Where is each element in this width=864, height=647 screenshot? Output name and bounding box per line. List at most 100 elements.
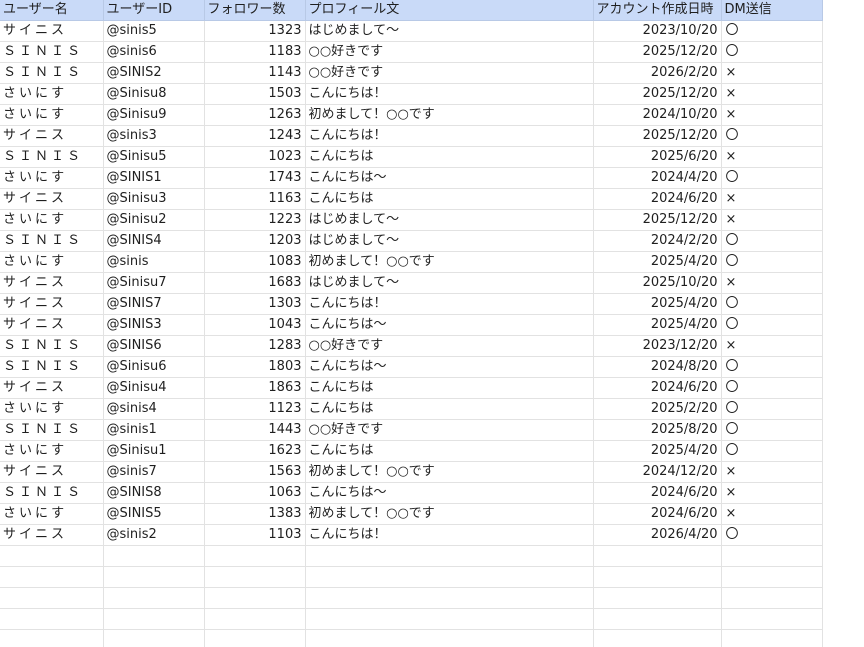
header-cell-followers[interactable]: フォロワー数 <box>204 0 306 21</box>
cell-userid[interactable]: @SINIS1 <box>103 167 205 189</box>
empty-cell[interactable] <box>103 545 205 567</box>
cell-dm[interactable]: 〇 <box>721 125 823 147</box>
empty-cell[interactable] <box>204 608 306 630</box>
cell-profile[interactable]: こんにちは〜 <box>305 356 594 378</box>
cell-profile[interactable]: こんにちは <box>305 188 594 210</box>
cell-userid[interactable]: @Sinisu9 <box>103 104 205 126</box>
cell-followers[interactable]: 1323 <box>204 20 306 42</box>
cell-created[interactable]: 2025/12/20 <box>593 41 722 63</box>
cell-userid[interactable]: @Sinisu6 <box>103 356 205 378</box>
empty-cell[interactable] <box>305 629 594 647</box>
cell-created[interactable]: 2026/2/20 <box>593 62 722 84</box>
empty-cell[interactable] <box>593 545 722 567</box>
cell-profile[interactable]: こんにちは〜 <box>305 314 594 336</box>
cell-dm[interactable]: × <box>721 209 823 231</box>
cell-followers[interactable]: 1203 <box>204 230 306 252</box>
cell-username[interactable]: サイニス <box>0 20 104 42</box>
cell-username[interactable]: さいにす <box>0 251 104 273</box>
cell-followers[interactable]: 1743 <box>204 167 306 189</box>
cell-userid[interactable]: @SINIS5 <box>103 503 205 525</box>
cell-dm[interactable]: × <box>721 83 823 105</box>
empty-cell[interactable] <box>0 566 104 588</box>
empty-cell[interactable] <box>0 587 104 609</box>
cell-followers[interactable]: 1263 <box>204 104 306 126</box>
cell-profile[interactable]: はじめまして〜 <box>305 209 594 231</box>
cell-username[interactable]: サイニス <box>0 377 104 399</box>
cell-profile[interactable]: こんにちは〜 <box>305 482 594 504</box>
empty-cell[interactable] <box>721 566 823 588</box>
cell-username[interactable]: さいにす <box>0 440 104 462</box>
empty-cell[interactable] <box>593 566 722 588</box>
cell-userid[interactable]: @sinis6 <box>103 41 205 63</box>
empty-cell[interactable] <box>305 587 594 609</box>
cell-followers[interactable]: 1623 <box>204 440 306 462</box>
empty-cell[interactable] <box>204 587 306 609</box>
cell-username[interactable]: さいにす <box>0 167 104 189</box>
cell-profile[interactable]: ○○好きです <box>305 41 594 63</box>
cell-userid[interactable]: @Sinisu8 <box>103 83 205 105</box>
cell-dm[interactable]: × <box>721 62 823 84</box>
cell-created[interactable]: 2025/2/20 <box>593 398 722 420</box>
cell-profile[interactable]: はじめまして〜 <box>305 230 594 252</box>
cell-userid[interactable]: @Sinisu3 <box>103 188 205 210</box>
cell-followers[interactable]: 1803 <box>204 356 306 378</box>
cell-followers[interactable]: 1383 <box>204 503 306 525</box>
empty-cell[interactable] <box>305 566 594 588</box>
cell-created[interactable]: 2025/6/20 <box>593 146 722 168</box>
cell-userid[interactable]: @sinis1 <box>103 419 205 441</box>
cell-dm[interactable]: × <box>721 335 823 357</box>
cell-followers[interactable]: 1043 <box>204 314 306 336</box>
cell-profile[interactable]: はじめまして〜 <box>305 272 594 294</box>
cell-followers[interactable]: 1503 <box>204 83 306 105</box>
cell-userid[interactable]: @Sinisu7 <box>103 272 205 294</box>
cell-created[interactable]: 2024/6/20 <box>593 503 722 525</box>
cell-profile[interactable]: ○○好きです <box>305 335 594 357</box>
cell-followers[interactable]: 1223 <box>204 209 306 231</box>
cell-dm[interactable]: × <box>721 146 823 168</box>
cell-profile[interactable]: 初めまして！○○です <box>305 461 594 483</box>
cell-followers[interactable]: 1303 <box>204 293 306 315</box>
empty-cell[interactable] <box>204 566 306 588</box>
cell-created[interactable]: 2023/10/20 <box>593 20 722 42</box>
cell-userid[interactable]: @SINIS7 <box>103 293 205 315</box>
cell-followers[interactable]: 1083 <box>204 251 306 273</box>
cell-dm[interactable]: 〇 <box>721 41 823 63</box>
cell-username[interactable]: さいにす <box>0 83 104 105</box>
cell-profile[interactable]: はじめまして〜 <box>305 20 594 42</box>
cell-username[interactable]: さいにす <box>0 503 104 525</box>
cell-created[interactable]: 2025/8/20 <box>593 419 722 441</box>
cell-created[interactable]: 2024/10/20 <box>593 104 722 126</box>
cell-userid[interactable]: @SINIS2 <box>103 62 205 84</box>
cell-username[interactable]: さいにす <box>0 398 104 420</box>
cell-followers[interactable]: 1283 <box>204 335 306 357</box>
cell-dm[interactable]: × <box>721 482 823 504</box>
cell-username[interactable]: サイニス <box>0 293 104 315</box>
cell-created[interactable]: 2024/4/20 <box>593 167 722 189</box>
cell-userid[interactable]: @SINIS3 <box>103 314 205 336</box>
cell-userid[interactable]: @sinis7 <box>103 461 205 483</box>
cell-dm[interactable]: × <box>721 503 823 525</box>
cell-dm[interactable]: × <box>721 461 823 483</box>
cell-followers[interactable]: 1683 <box>204 272 306 294</box>
empty-cell[interactable] <box>305 608 594 630</box>
cell-username[interactable]: サイニス <box>0 524 104 546</box>
cell-userid[interactable]: @SINIS6 <box>103 335 205 357</box>
cell-created[interactable]: 2024/6/20 <box>593 482 722 504</box>
cell-dm[interactable]: 〇 <box>721 440 823 462</box>
empty-cell[interactable] <box>721 629 823 647</box>
cell-userid[interactable]: @Sinisu1 <box>103 440 205 462</box>
header-cell-profile[interactable]: プロフィール文 <box>305 0 594 21</box>
cell-followers[interactable]: 1243 <box>204 125 306 147</box>
cell-followers[interactable]: 1163 <box>204 188 306 210</box>
cell-followers[interactable]: 1063 <box>204 482 306 504</box>
cell-username[interactable]: ＳＩＮＩＳ <box>0 62 104 84</box>
cell-userid[interactable]: @sinis <box>103 251 205 273</box>
cell-username[interactable]: ＳＩＮＩＳ <box>0 419 104 441</box>
cell-userid[interactable]: @sinis2 <box>103 524 205 546</box>
cell-created[interactable]: 2024/8/20 <box>593 356 722 378</box>
cell-profile[interactable]: ○○好きです <box>305 62 594 84</box>
cell-username[interactable]: ＳＩＮＩＳ <box>0 230 104 252</box>
cell-dm[interactable]: 〇 <box>721 314 823 336</box>
cell-profile[interactable]: こんにちは！ <box>305 83 594 105</box>
empty-cell[interactable] <box>103 629 205 647</box>
